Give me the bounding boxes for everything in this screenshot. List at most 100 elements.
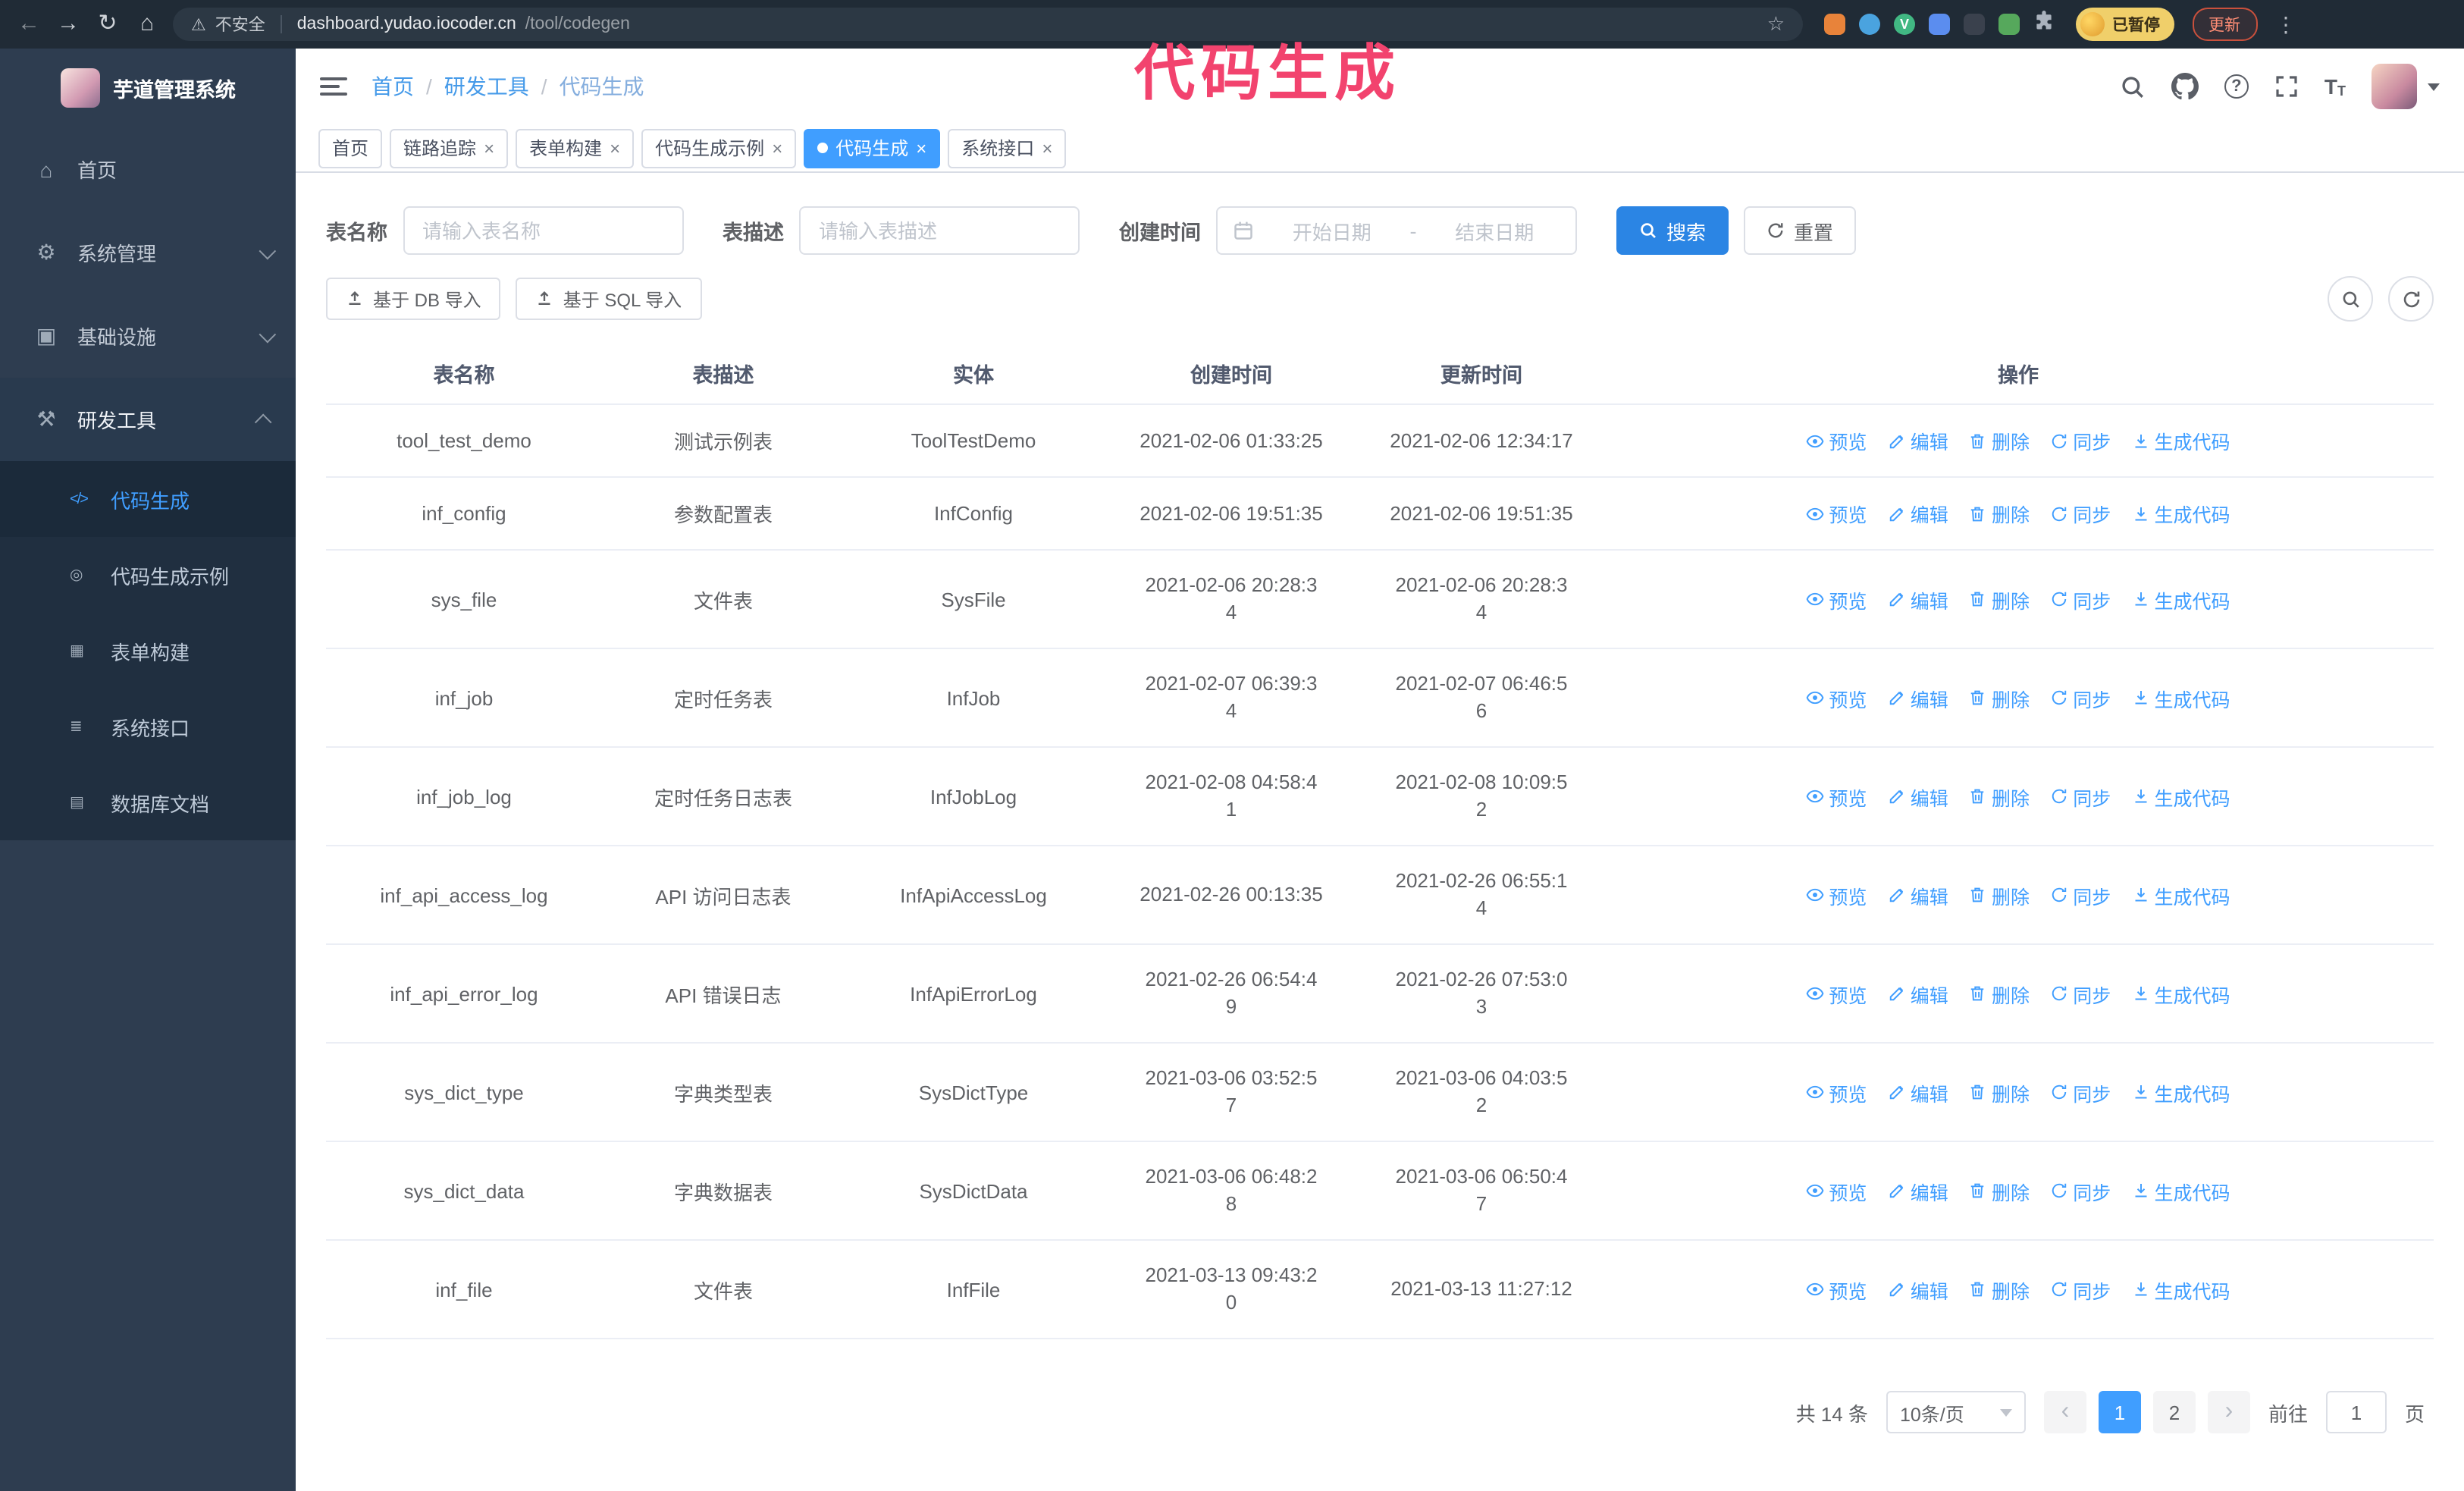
sync-link[interactable]: 同步 — [2050, 585, 2111, 614]
delete-link[interactable]: 删除 — [1969, 585, 2030, 614]
generate-code-link[interactable]: 生成代码 — [2132, 1078, 2230, 1106]
sync-link[interactable]: 同步 — [2050, 1275, 2111, 1304]
sidebar-item-infra[interactable]: ▣ 基础设施 — [0, 294, 296, 378]
home-icon[interactable]: ⌂ — [133, 0, 161, 49]
sync-link[interactable]: 同步 — [2050, 979, 2111, 1008]
sidebar-item-codegen-example[interactable]: ◎ 代码生成示例 — [0, 537, 296, 613]
delete-link[interactable]: 删除 — [1969, 1078, 2030, 1106]
sidebar-item-form-builder[interactable]: ▦ 表单构建 — [0, 613, 296, 689]
generate-code-link[interactable]: 生成代码 — [2132, 683, 2230, 712]
prev-page-button[interactable]: ‹ — [2043, 1391, 2086, 1433]
search-button[interactable]: 搜索 — [1616, 206, 1729, 255]
preview-link[interactable]: 预览 — [1806, 426, 1867, 455]
sidebar-item-devtools[interactable]: ⚒ 研发工具 — [0, 378, 296, 461]
tab-codegen-example[interactable]: 代码生成示例 × — [641, 128, 797, 168]
edit-link[interactable]: 编辑 — [1888, 585, 1948, 614]
help-icon[interactable]: ? — [2224, 74, 2249, 99]
browser-update-button[interactable]: 更新 — [2192, 8, 2257, 41]
sidebar-item-system[interactable]: ⚙ 系统管理 — [0, 211, 296, 294]
sidebar-item-codegen[interactable]: </> 代码生成 — [0, 461, 296, 537]
tab-form-builder[interactable]: 表单构建 × — [516, 128, 635, 168]
edit-link[interactable]: 编辑 — [1888, 880, 1948, 909]
sync-link[interactable]: 同步 — [2050, 782, 2111, 811]
font-size-icon[interactable]: TT — [2324, 74, 2346, 99]
extension-orange-icon[interactable] — [1824, 14, 1845, 35]
close-icon[interactable]: × — [916, 137, 926, 159]
preview-link[interactable]: 预览 — [1806, 880, 1867, 909]
forward-icon[interactable]: → — [55, 0, 82, 49]
sidebar-item-home[interactable]: ⌂ 首页 — [0, 127, 296, 211]
generate-code-link[interactable]: 生成代码 — [2132, 1275, 2230, 1304]
edit-link[interactable]: 编辑 — [1888, 979, 1948, 1008]
delete-link[interactable]: 删除 — [1969, 499, 2030, 528]
tab-codegen[interactable]: 代码生成 × — [804, 128, 941, 168]
sidebar-item-db-docs[interactable]: ▤ 数据库文档 — [0, 764, 296, 840]
close-icon[interactable]: × — [772, 137, 782, 159]
close-icon[interactable]: × — [1042, 137, 1052, 159]
bookmark-star-icon[interactable]: ☆ — [1767, 12, 1785, 36]
tab-system-api[interactable]: 系统接口 × — [948, 128, 1067, 168]
edit-link[interactable]: 编辑 — [1888, 782, 1948, 811]
edit-link[interactable]: 编辑 — [1888, 499, 1948, 528]
edit-link[interactable]: 编辑 — [1888, 426, 1948, 455]
date-range-picker[interactable]: 开始日期 - 结束日期 — [1216, 206, 1577, 255]
edit-link[interactable]: 编辑 — [1888, 1275, 1948, 1304]
extension-dark-icon[interactable] — [1964, 14, 1985, 35]
user-menu[interactable] — [2372, 64, 2440, 109]
search-icon[interactable] — [2120, 74, 2146, 99]
tab-home[interactable]: 首页 — [318, 128, 383, 168]
import-db-button[interactable]: 基于 DB 导入 — [326, 278, 501, 320]
preview-link[interactable]: 预览 — [1806, 683, 1867, 712]
close-icon[interactable]: × — [484, 137, 494, 159]
generate-code-link[interactable]: 生成代码 — [2132, 880, 2230, 909]
preview-link[interactable]: 预览 — [1806, 1078, 1867, 1106]
preview-link[interactable]: 预览 — [1806, 1176, 1867, 1205]
delete-link[interactable]: 删除 — [1969, 782, 2030, 811]
table-name-input[interactable] — [403, 206, 683, 255]
preview-link[interactable]: 预览 — [1806, 1275, 1867, 1304]
sync-link[interactable]: 同步 — [2050, 1078, 2111, 1106]
extensions-puzzle-icon[interactable] — [2033, 10, 2055, 39]
preview-link[interactable]: 预览 — [1806, 585, 1867, 614]
breadcrumb-home[interactable]: 首页 — [371, 71, 414, 102]
generate-code-link[interactable]: 生成代码 — [2132, 426, 2230, 455]
extension-blue-icon[interactable] — [1859, 14, 1880, 35]
generate-code-link[interactable]: 生成代码 — [2132, 1176, 2230, 1205]
next-page-button[interactable]: › — [2207, 1391, 2250, 1433]
edit-link[interactable]: 编辑 — [1888, 683, 1948, 712]
delete-link[interactable]: 删除 — [1969, 979, 2030, 1008]
refresh-table-button[interactable] — [2388, 276, 2434, 322]
address-bar[interactable]: ⚠ 不安全 dashboard.yudao.iocoder.cn/tool/co… — [173, 8, 1803, 41]
delete-link[interactable]: 删除 — [1969, 426, 2030, 455]
extension-vue-devtools-icon[interactable]: V — [1894, 14, 1915, 35]
preview-link[interactable]: 预览 — [1806, 979, 1867, 1008]
goto-page-input[interactable] — [2325, 1391, 2387, 1433]
preview-link[interactable]: 预览 — [1806, 499, 1867, 528]
browser-profile-chip[interactable]: 已暂停 — [2076, 8, 2174, 41]
page-button-1[interactable]: 1 — [2098, 1391, 2141, 1433]
reload-icon[interactable]: ↻ — [94, 0, 121, 49]
back-icon[interactable]: ← — [15, 0, 42, 49]
edit-link[interactable]: 编辑 — [1888, 1078, 1948, 1106]
table-desc-input[interactable] — [799, 206, 1080, 255]
fullscreen-icon[interactable] — [2274, 74, 2299, 99]
sidebar-item-system-api[interactable]: ≣ 系统接口 — [0, 689, 296, 764]
preview-link[interactable]: 预览 — [1806, 782, 1867, 811]
page-button-2[interactable]: 2 — [2152, 1391, 2196, 1433]
reset-button[interactable]: 重置 — [1744, 206, 1857, 255]
close-icon[interactable]: × — [610, 137, 620, 159]
sync-link[interactable]: 同步 — [2050, 1176, 2111, 1205]
generate-code-link[interactable]: 生成代码 — [2132, 979, 2230, 1008]
edit-link[interactable]: 编辑 — [1888, 1176, 1948, 1205]
generate-code-link[interactable]: 生成代码 — [2132, 585, 2230, 614]
breadcrumb-devtools[interactable]: 研发工具 — [444, 71, 529, 102]
delete-link[interactable]: 删除 — [1969, 1176, 2030, 1205]
tab-tracing[interactable]: 链路追踪 × — [390, 128, 509, 168]
sync-link[interactable]: 同步 — [2050, 426, 2111, 455]
import-sql-button[interactable]: 基于 SQL 导入 — [516, 278, 702, 320]
page-size-select[interactable]: 10条/页 — [1886, 1391, 2026, 1433]
extension-leaf-icon[interactable] — [1998, 14, 2020, 35]
generate-code-link[interactable]: 生成代码 — [2132, 499, 2230, 528]
sync-link[interactable]: 同步 — [2050, 683, 2111, 712]
hamburger-icon[interactable] — [320, 77, 347, 96]
